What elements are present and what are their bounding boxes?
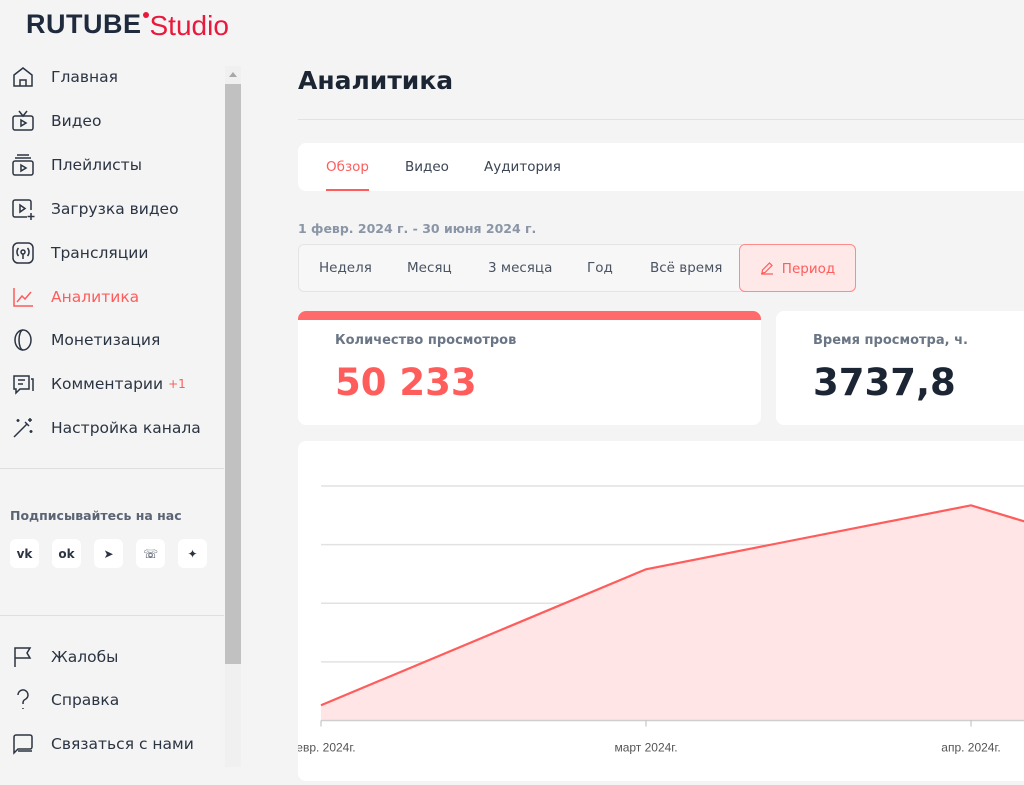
viber-icon[interactable]: ☏ [136, 539, 165, 568]
chart-svg: февр. 2024г. март 2024г. апр. 2024г. [298, 441, 1024, 781]
tab-video[interactable]: Видео [405, 143, 449, 191]
magic-wand-icon [10, 415, 36, 441]
flag-icon [10, 644, 36, 670]
tab-overview[interactable]: Обзор [326, 143, 369, 191]
period-selector: Неделя Месяц 3 месяца Год Всё время Пери… [298, 244, 856, 292]
divider [0, 615, 224, 616]
upload-video-icon [10, 196, 36, 222]
area-fill [321, 505, 1024, 720]
chart-icon [10, 284, 36, 310]
sidebar-item-label: Трансляции [51, 244, 148, 262]
sidebar-item-label: Загрузка видео [51, 200, 179, 218]
metric-label: Количество просмотров [335, 333, 516, 348]
question-icon [10, 687, 36, 713]
custom-period-button[interactable]: Период [739, 244, 856, 292]
metric-label: Время просмотра, ч. [813, 333, 968, 348]
sidebar-item-complaints[interactable]: Жалобы [10, 642, 118, 672]
dzen-icon[interactable]: ✦ [178, 539, 207, 568]
pencil-icon [760, 261, 774, 275]
sidebar: Главная Видео Плейлисты Загрузка видео Т… [0, 60, 226, 767]
tab-audience[interactable]: Аудитория [484, 143, 561, 191]
divider [298, 119, 1024, 120]
metric-card-views[interactable]: Количество просмотров 50 233 [298, 311, 761, 425]
odnoklassniki-icon[interactable]: ok [52, 539, 81, 568]
sidebar-item-label: Справка [51, 691, 119, 709]
sidebar-item-playlists[interactable]: Плейлисты [10, 150, 142, 180]
analytics-tabs: Обзор Видео Аудитория [298, 143, 1024, 191]
playlist-icon [10, 152, 36, 178]
sidebar-item-comments[interactable]: Комментарии +1 [10, 369, 186, 399]
coin-icon [10, 327, 36, 353]
sidebar-item-label: Жалобы [51, 648, 118, 666]
sidebar-scrollbar[interactable] [225, 66, 241, 767]
selected-indicator [298, 311, 761, 320]
scrollbar-thumb[interactable] [225, 84, 241, 664]
broadcast-icon [10, 240, 36, 266]
period-all-time-button[interactable]: Всё время [650, 245, 722, 291]
sidebar-item-channel-settings[interactable]: Настройка канала [10, 413, 201, 443]
sidebar-item-label: Настройка канала [51, 419, 201, 437]
sidebar-item-upload[interactable]: Загрузка видео [10, 194, 179, 224]
metric-card-watch-time[interactable]: Время просмотра, ч. 3737,8 [776, 311, 1024, 425]
contact-icon [10, 731, 36, 757]
metric-value: 50 233 [335, 361, 477, 404]
sidebar-item-home[interactable]: Главная [10, 62, 118, 92]
metric-value: 3737,8 [813, 361, 956, 404]
sidebar-item-help[interactable]: Справка [10, 685, 119, 715]
logo-product: Studio [150, 12, 229, 40]
sidebar-item-label: Видео [51, 112, 101, 130]
views-chart: февр. 2024г. март 2024г. апр. 2024г. [298, 441, 1024, 781]
period-3-months-button[interactable]: 3 месяца [488, 245, 552, 291]
sidebar-item-video[interactable]: Видео [10, 106, 101, 136]
period-year-button[interactable]: Год [587, 245, 613, 291]
x-tick-label: март 2024г. [614, 741, 677, 755]
sidebar-item-contact[interactable]: Связаться с нами [10, 729, 194, 759]
sidebar-item-analytics[interactable]: Аналитика [10, 282, 139, 312]
sidebar-item-label: Связаться с нами [51, 735, 194, 753]
comments-badge: +1 [168, 377, 186, 391]
sidebar-item-label: Главная [51, 68, 118, 86]
telegram-icon[interactable]: ➤ [94, 539, 123, 568]
sidebar-item-monetization[interactable]: Монетизация [10, 325, 160, 355]
x-tick-label: февр. 2024г. [298, 741, 356, 755]
comment-icon [10, 371, 36, 397]
tv-icon [10, 108, 36, 134]
page-title: Аналитика [298, 66, 453, 95]
vk-icon[interactable]: vk [10, 539, 39, 568]
x-tick-label: апр. 2024г. [941, 741, 1000, 755]
subscribe-heading: Подписывайтесь на нас [10, 508, 182, 523]
sidebar-item-broadcasts[interactable]: Трансляции [10, 238, 148, 268]
scroll-up-arrow-icon[interactable] [229, 72, 237, 77]
home-icon [10, 64, 36, 90]
sidebar-item-label: Аналитика [51, 288, 139, 306]
period-week-button[interactable]: Неделя [319, 245, 372, 291]
social-links: vk ok ➤ ☏ ✦ [10, 539, 207, 568]
sidebar-item-label: Монетизация [51, 331, 160, 349]
logo-brand: RUTUBE [26, 9, 142, 40]
date-range: 1 февр. 2024 г. - 30 июня 2024 г. [298, 221, 536, 236]
logo-dot [143, 12, 149, 18]
custom-period-label: Период [782, 261, 835, 277]
sidebar-item-label: Комментарии [51, 375, 163, 393]
sidebar-item-label: Плейлисты [51, 156, 142, 174]
period-month-button[interactable]: Месяц [407, 245, 452, 291]
divider [0, 468, 224, 469]
rutube-studio-logo[interactable]: RUTUBE Studio [26, 10, 229, 40]
